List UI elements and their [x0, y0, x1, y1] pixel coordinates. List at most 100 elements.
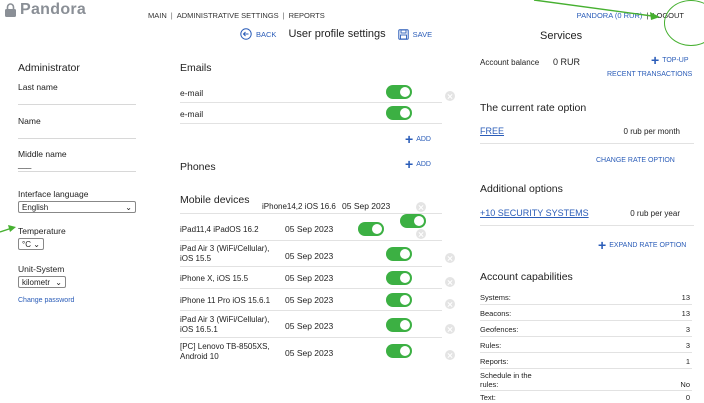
change-rate-button[interactable]: CHANGE RATE OPTION [596, 157, 675, 164]
last-name-label: Last name [18, 82, 58, 92]
device-date: 05 Sep 2023 [342, 201, 391, 211]
device-toggle[interactable] [386, 344, 412, 358]
balance-label: Account balance [480, 58, 540, 67]
remove-device-button[interactable] [444, 324, 455, 334]
chevron-down-icon: ⌄ [55, 277, 62, 287]
device-date: 05 Sep 2023 [285, 295, 334, 305]
capability-row: Schedule in the rules: No [480, 371, 692, 391]
add-email-button[interactable]: + ADD [405, 132, 431, 146]
capability-row: Text: 0 [480, 393, 690, 402]
arrow-left-icon [240, 28, 252, 40]
toolbar: BACK User profile settings SAVE [240, 28, 432, 40]
services-title: Services [540, 30, 583, 42]
device-row: iPhone 11 Pro iOS 15.6.1 05 Sep 2023 [180, 290, 455, 311]
capability-row: Systems: 13 [480, 290, 692, 305]
phones-heading: Phones [180, 161, 216, 173]
name-label: Name [18, 116, 41, 126]
save-button[interactable]: SAVE [397, 28, 432, 40]
name-field[interactable] [18, 127, 136, 139]
option-row: +10 SECURITY SYSTEMS 0 rub per year [480, 202, 694, 226]
add-phone-button[interactable]: + ADD [405, 156, 431, 172]
device-date: 05 Sep 2023 [285, 224, 334, 234]
device-name: iPhone14,2 iOS 16.6 [262, 202, 336, 211]
email-toggle[interactable] [386, 85, 412, 99]
chevron-down-icon: ⌄ [125, 202, 132, 212]
device-toggle[interactable] [386, 247, 412, 261]
device-name: iPhone X, iOS 15.5 [180, 274, 249, 283]
email-input[interactable]: e-mail [180, 109, 203, 119]
logo-text: Pandora [20, 1, 87, 18]
change-password-link[interactable]: Change password [18, 297, 74, 304]
device-date: 05 Sep 2023 [285, 348, 334, 358]
device-toggle[interactable] [386, 293, 412, 307]
remove-device-button[interactable] [444, 299, 455, 309]
device-name: [PC] Lenovo TB-8505XS, Android 10 [180, 342, 270, 361]
plus-icon: + [405, 156, 414, 172]
interface-language-label: Interface language [18, 189, 89, 199]
rate-price: 0 rub per month [623, 127, 680, 136]
recent-transactions-link[interactable]: RECENT TRANSACTIONS [607, 71, 692, 78]
back-button[interactable]: BACK [240, 28, 276, 40]
nav-admin-settings[interactable]: ADMINISTRATIVE SETTINGS [177, 11, 279, 20]
rate-row: FREE 0 rub per month [480, 120, 694, 144]
save-icon [397, 28, 409, 40]
device-row: iPad Air 3 (WiFi/Cellular), iOS 16.5.1 0… [180, 312, 455, 338]
device-row: iPhone X, iOS 15.5 05 Sep 2023 [180, 268, 455, 289]
pandora-logo[interactable]: Pandora [4, 1, 86, 19]
middle-name-label: Middle name [18, 149, 67, 159]
options-heading: Additional options [480, 183, 563, 195]
device-toggle[interactable] [386, 271, 412, 285]
user-account-link[interactable]: PANDORA (0 RUR) [577, 11, 643, 20]
capability-row: Geofences: 3 [480, 322, 692, 337]
email-toggle[interactable] [386, 106, 412, 120]
device-date: 05 Sep 2023 [285, 273, 334, 283]
remove-device-button[interactable] [416, 202, 426, 212]
annotation-circle [664, 0, 704, 46]
device-name: iPad Air 3 (WiFi/Cellular), iOS 15.5 [180, 244, 270, 263]
topup-button[interactable]: + TOP-UP [651, 53, 689, 67]
chevron-down-icon: ⌄ [33, 239, 40, 249]
device-row: Mobile devices iPhone14,2 iOS 16.6 05 Se… [180, 194, 442, 214]
rate-heading: The current rate option [480, 102, 587, 114]
device-date: 05 Sep 2023 [285, 321, 334, 331]
device-toggle[interactable] [358, 222, 384, 236]
remove-device-button[interactable] [444, 350, 455, 360]
emails-heading: Emails [180, 62, 212, 74]
remove-device-button[interactable] [415, 229, 426, 239]
device-name: iPad11,4 iPadOS 16.2 [180, 225, 259, 234]
email-row: e-mail [180, 82, 455, 103]
remove-email-button[interactable] [444, 91, 455, 101]
language-select[interactable]: English ⌄ [18, 201, 136, 213]
temperature-select[interactable]: °C ⌄ [18, 238, 44, 250]
option-price: 0 rub per year [630, 209, 680, 218]
device-row: iPad11,4 iPadOS 16.2 05 Sep 2023 [180, 219, 442, 241]
page-title: User profile settings [288, 28, 386, 40]
capability-row: Rules: 3 [480, 338, 692, 353]
nav-main[interactable]: MAIN [148, 11, 167, 20]
balance-value: 0 RUR [553, 57, 581, 67]
top-nav: MAIN | ADMINISTRATIVE SETTINGS | REPORTS [148, 11, 325, 20]
remove-device-button[interactable] [444, 277, 455, 287]
unit-system-label: Unit-System [18, 264, 65, 274]
device-date: 05 Sep 2023 [285, 251, 334, 261]
plus-icon: + [598, 237, 607, 253]
remove-device-button[interactable] [444, 253, 455, 263]
device-name: iPad Air 3 (WiFi/Cellular), iOS 16.5.1 [180, 315, 270, 334]
nav-reports[interactable]: REPORTS [289, 11, 325, 20]
unit-system-select[interactable]: kilometr ⌄ [18, 276, 66, 288]
last-name-field[interactable] [18, 93, 136, 105]
capability-row: Reports: 1 [480, 354, 692, 369]
rate-link[interactable]: FREE [480, 126, 504, 136]
capability-row: Beacons: 13 [480, 306, 692, 321]
device-row: [PC] Lenovo TB-8505XS, Android 10 05 Sep… [180, 339, 455, 365]
device-toggle[interactable] [386, 318, 412, 332]
temperature-label: Temperature [18, 226, 66, 236]
email-input[interactable]: e-mail [180, 88, 203, 98]
device-name: iPhone 11 Pro iOS 15.6.1 [180, 296, 271, 305]
lock-icon [5, 3, 16, 17]
middle-name-field[interactable]: ___ [18, 160, 136, 172]
option-link[interactable]: +10 SECURITY SYSTEMS [480, 208, 589, 218]
expand-rate-button[interactable]: + EXPAND RATE OPTION [598, 237, 686, 253]
administrator-heading: Administrator [18, 62, 80, 74]
capabilities-heading: Account capabilities [480, 271, 573, 283]
